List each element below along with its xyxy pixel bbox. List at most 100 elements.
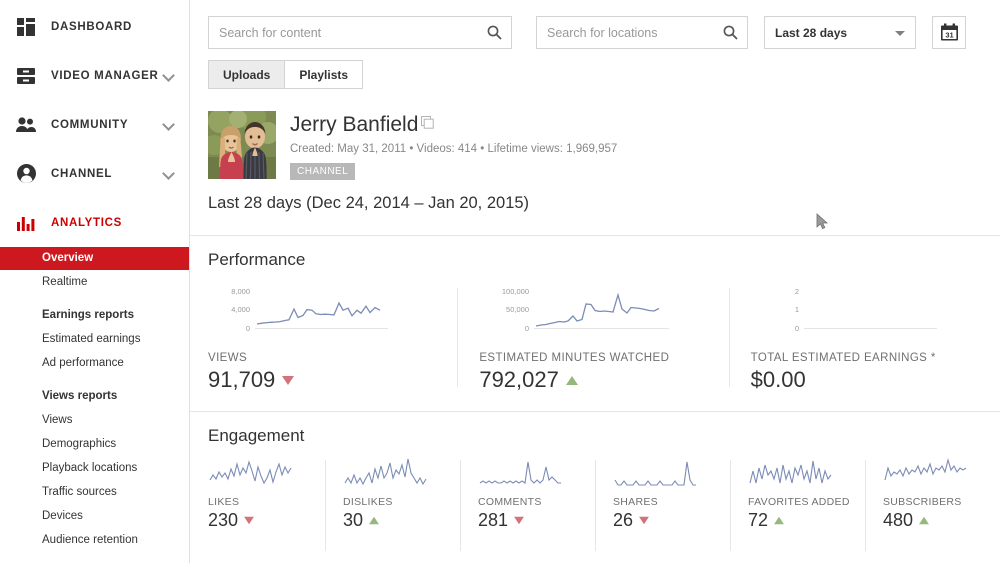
dashboard-icon [14,15,38,39]
metric-value-wrap: $0.00 [751,367,986,393]
mouse-cursor [816,213,829,231]
search-input-locations[interactable] [537,17,747,48]
minutes-watched-sparkline: 100,000 50,000 0 [479,284,714,342]
metric-card-views[interactable]: 8,000 4,000 0 VIEWS 91,709 [208,284,457,393]
metric-value-wrap: 72 [748,510,855,531]
trend-down-icon [244,516,254,525]
calendar-icon: 31 [940,23,958,41]
metric-card-shares[interactable]: SHARES 26 [595,458,730,551]
metric-label: TOTAL ESTIMATED EARNINGS * [750,352,936,364]
comments-sparkline [478,458,585,490]
tab-uploads[interactable]: Uploads [208,60,286,89]
sidebar-item-video-manager[interactable]: VIDEO MANAGER [0,51,189,100]
metric-value: 792,027 [479,367,559,392]
sidebar-item-label: COMMUNITY [51,118,129,131]
calendar-button[interactable]: 31 [932,16,966,49]
sidebar-item-community[interactable]: COMMUNITY [0,100,189,149]
metric-value: $0.00 [750,367,806,392]
tab-playlists[interactable]: Playlists [285,60,364,89]
main-content: Last 28 days 31 Uploads Playlists [190,0,1000,563]
sidebar-item-views[interactable]: Views [0,408,189,432]
metric-label: FAVORITES ADDED [748,496,850,508]
sidebar-item-playback-locations[interactable]: Playback locations [0,456,189,480]
copy-icon[interactable] [421,116,435,129]
trend-up-icon [565,375,578,385]
metric-value-wrap: 91,709 [208,367,443,393]
dislikes-sparkline [343,458,450,490]
trend-up-icon [919,516,929,525]
views-sparkline: 8,000 4,000 0 [208,284,443,342]
sidebar-item-realtime[interactable]: Realtime [0,270,189,294]
metric-label: ESTIMATED MINUTES WATCHED [479,352,670,364]
sidebar-item-analytics[interactable]: ANALYTICS [0,198,189,247]
sidebar-item-audience-retention[interactable]: Audience retention [0,528,189,552]
channel-name-row: Jerry Banfield [290,113,617,137]
axis-tick: 100,000 [502,287,529,296]
metric-card-estimated-earnings[interactable]: 2 1 0 TOTAL ESTIMATED EARNINGS * $0.00 [728,284,1000,393]
engagement-cards: LIKES 230 DISLIKES 30 COMMENTS 281 SHARE… [190,458,1000,551]
metric-value-wrap: 30 [343,510,450,531]
metric-card-favorites-added[interactable]: FAVORITES ADDED 72 [730,458,865,551]
date-range-label: Last 28 days [775,25,848,40]
metric-value: 91,709 [208,367,276,392]
sidebar-item-traffic-sources[interactable]: Traffic sources [0,480,189,504]
metric-value: 72 [748,510,769,530]
location-search-box[interactable] [536,16,748,49]
performance-section-title: Performance [208,250,306,269]
sidebar-item-overview[interactable]: Overview [0,247,189,270]
trend-down-icon [514,516,524,525]
metric-value-wrap: 480 [883,510,990,531]
metric-card-comments[interactable]: COMMENTS 281 [460,458,595,551]
channel-meta: Created: May 31, 2011 • Videos: 414 • Li… [290,143,618,155]
date-range-dropdown[interactable]: Last 28 days [764,16,916,49]
sidebar-item-ad-performance[interactable]: Ad performance [0,351,189,375]
sidebar-item-estimated-earnings[interactable]: Estimated earnings [0,327,189,351]
trend-up-icon [369,516,379,525]
metric-value: 30 [343,510,364,530]
sidebar-item-demographics[interactable]: Demographics [0,432,189,456]
date-range-title: Last 28 days (Dec 24, 2014 – Jan 20, 201… [208,194,530,212]
channel-icon [14,162,38,186]
metric-label: SHARES [613,496,658,508]
favorites-sparkline [748,458,855,490]
shares-sparkline [613,458,720,490]
channel-info: Jerry Banfield Created: May 31, 2011 • V… [290,111,617,180]
metric-value: 480 [883,510,914,530]
content-search-box[interactable] [208,16,512,49]
metric-value-wrap: 281 [478,510,585,531]
metric-label: LIKES [208,496,240,508]
axis-tick: 0 [794,324,798,333]
avatar[interactable] [208,111,276,179]
metric-value-wrap: 792,027 [479,367,714,393]
toolbar: Last 28 days 31 [190,0,1000,49]
chevron-down-icon [895,30,905,36]
metric-label: VIEWS [208,352,248,364]
sidebar-item-label: DASHBOARD [51,20,133,33]
sidebar-group-earnings-reports[interactable]: Earnings reports [0,303,189,327]
metric-label: DISLIKES [343,496,393,508]
earnings-sparkline: 2 1 0 [751,284,986,342]
sidebar-item-dashboard[interactable]: DASHBOARD [0,2,189,51]
channel-header: Jerry Banfield Created: May 31, 2011 • V… [208,111,1000,180]
analytics-icon [14,211,38,235]
axis-tick: 50,000 [506,305,529,314]
sidebar-item-channel[interactable]: CHANNEL [0,149,189,198]
metric-value: 281 [478,510,509,530]
metric-card-dislikes[interactable]: DISLIKES 30 [325,458,460,551]
metric-value-wrap: 230 [208,510,315,531]
search-input-content[interactable] [209,17,511,48]
trend-up-icon [774,516,784,525]
sidebar-group-views-reports[interactable]: Views reports [0,384,189,408]
youtube-analytics-page: DASHBOARD VIDEO MANAGER COMMUNITY CHANNE… [0,0,1000,563]
metric-card-subscribers[interactable]: SUBSCRIBERS 480 [865,458,1000,551]
community-icon [14,113,38,137]
axis-tick: 0 [525,324,529,333]
sidebar-item-devices[interactable]: Devices [0,504,189,528]
video-manager-icon [14,64,38,88]
metric-card-minutes-watched[interactable]: 100,000 50,000 0 ESTIMATED MINUTES WATCH… [457,284,728,393]
engagement-section-title: Engagement [208,426,305,445]
metric-card-likes[interactable]: LIKES 230 [208,458,325,531]
sidebar-sub-nav: Overview Realtime Earnings reports Estim… [0,247,189,563]
